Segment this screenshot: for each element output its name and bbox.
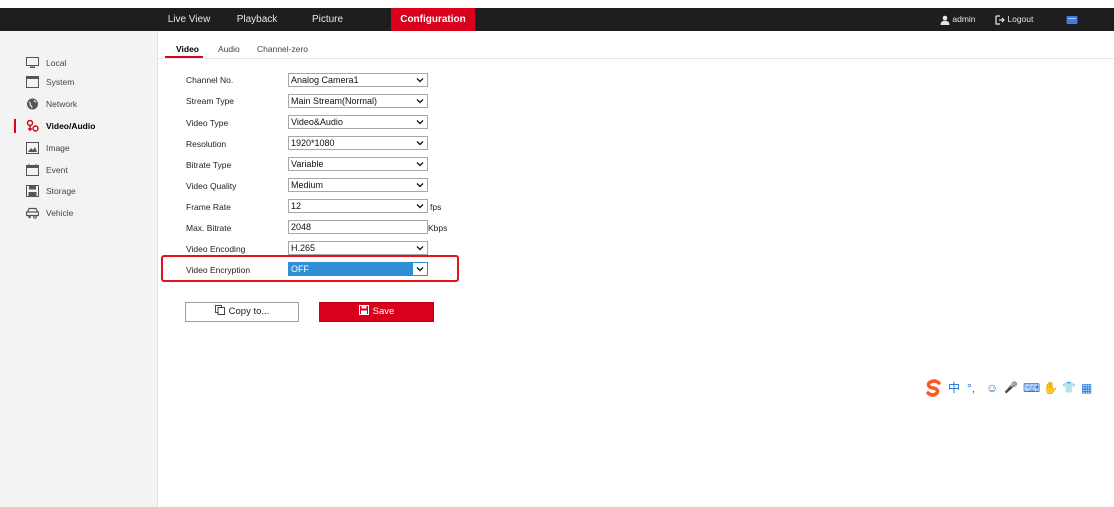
sidebar-item-label: Local	[46, 58, 67, 68]
logout-button[interactable]: Logout	[995, 8, 1033, 31]
nav-configuration[interactable]: Configuration	[391, 8, 475, 31]
resolution-select[interactable]: 1920*1080	[288, 136, 428, 150]
help-icon	[1066, 15, 1078, 24]
floppy-icon	[358, 305, 369, 316]
nav-picture[interactable]: Picture	[305, 8, 350, 31]
username: admin	[952, 14, 976, 24]
tab-channel-zero[interactable]: Channel-zero	[257, 44, 308, 54]
tab-video[interactable]: Video	[176, 44, 199, 54]
frame-rate-value: 12	[291, 201, 302, 211]
video-quality-value: Medium	[291, 180, 324, 190]
window-icon	[26, 76, 39, 88]
channel-no-value: Analog Camera1	[291, 75, 359, 85]
copy-to-button[interactable]: Copy to...	[185, 302, 299, 322]
sidebar-item-label: Vehicle	[46, 208, 74, 218]
floppy-icon	[26, 185, 39, 197]
logout-label: Logout	[1007, 14, 1034, 24]
sidebar: Local System Network Video/Audio Image E…	[0, 31, 158, 507]
calendar-icon	[26, 164, 39, 176]
skin-icon[interactable]: 👕	[1062, 380, 1076, 396]
sidebar-item-label: Network	[46, 99, 78, 109]
sidebar-item-label: Event	[46, 165, 68, 175]
emoji-icon[interactable]: ☺	[986, 380, 998, 396]
sidebar-item-vehicle[interactable]: Vehicle	[0, 203, 157, 223]
frame-rate-unit: fps	[430, 202, 442, 212]
max-bitrate-input[interactable]: 2048	[288, 220, 428, 234]
keyboard-icon[interactable]: ⌨	[1023, 380, 1040, 396]
chevron-down-icon	[416, 120, 424, 125]
video-encoding-value: H.265	[291, 243, 316, 253]
video-encoding-select[interactable]: H.265	[288, 241, 428, 255]
top-strip	[0, 0, 1114, 8]
save-button[interactable]: Save	[319, 302, 434, 322]
stream-type-value: Main Stream(Normal)	[291, 96, 378, 106]
vehicle-icon	[26, 207, 39, 219]
user-menu[interactable]: admin	[940, 8, 976, 31]
label-stream-type: Stream Type	[186, 96, 235, 106]
chevron-down-icon	[416, 183, 424, 188]
sidebar-item-video-audio[interactable]: Video/Audio	[0, 116, 157, 136]
punctuation-icon[interactable]: °,	[967, 380, 975, 396]
nav-live-view[interactable]: Live View	[164, 8, 214, 31]
top-navigation-bar: Live View Playback Picture Configuration…	[0, 0, 1114, 31]
label-resolution: Resolution	[186, 139, 227, 149]
microphone-icon[interactable]: 🎤	[1004, 380, 1018, 396]
image-icon	[26, 142, 39, 154]
chevron-down-icon	[416, 141, 424, 146]
globe-icon	[27, 98, 38, 110]
resolution-value: 1920*1080	[291, 138, 335, 148]
label-video-quality: Video Quality	[186, 181, 237, 191]
chinese-mode-icon[interactable]: 中	[948, 380, 960, 396]
bitrate-type-select[interactable]: Variable	[288, 157, 428, 171]
sidebar-item-system[interactable]: System	[0, 72, 157, 92]
channel-no-select[interactable]: Analog Camera1	[288, 73, 428, 87]
sogou-logo-icon	[926, 379, 941, 397]
sidebar-item-image[interactable]: Image	[0, 138, 157, 158]
stream-type-select[interactable]: Main Stream(Normal)	[288, 94, 428, 108]
help-button[interactable]	[1066, 8, 1078, 31]
label-video-encoding: Video Encoding	[186, 244, 246, 254]
label-channel-no: Channel No.	[186, 75, 234, 85]
sidebar-item-network[interactable]: Network	[0, 94, 157, 114]
chevron-down-icon	[416, 78, 424, 83]
bitrate-type-value: Variable	[291, 159, 324, 169]
sidebar-item-label: Video/Audio	[46, 121, 96, 131]
user-icon	[940, 15, 950, 25]
sidebar-item-label: Image	[46, 143, 70, 153]
chevron-down-icon	[416, 246, 424, 251]
video-quality-select[interactable]: Medium	[288, 178, 428, 192]
label-frame-rate: Frame Rate	[186, 202, 231, 212]
tab-divider	[157, 58, 1114, 59]
logout-icon	[995, 15, 1005, 25]
copy-icon	[214, 305, 225, 316]
chevron-down-icon	[416, 204, 424, 209]
max-bitrate-value: 2048	[291, 222, 312, 232]
highlight-box	[161, 255, 459, 282]
sidebar-item-event[interactable]: Event	[0, 160, 157, 180]
label-video-type: Video Type	[186, 118, 229, 128]
label-max-bitrate: Max. Bitrate	[186, 223, 232, 233]
tab-audio[interactable]: Audio	[218, 44, 240, 54]
monitor-icon	[26, 57, 39, 68]
video-type-value: Video&Audio	[291, 117, 343, 127]
save-label: Save	[372, 306, 395, 317]
sidebar-item-local[interactable]: Local	[0, 53, 157, 73]
frame-rate-select[interactable]: 12	[288, 199, 428, 213]
label-bitrate-type: Bitrate Type	[186, 160, 232, 170]
toolbox-icon[interactable]: ▦	[1081, 380, 1092, 396]
copy-to-label: Copy to...	[228, 306, 270, 317]
chevron-down-icon	[416, 99, 424, 104]
sidebar-item-storage[interactable]: Storage	[0, 181, 157, 201]
sidebar-item-label: Storage	[46, 186, 76, 196]
hand-icon[interactable]: ✋	[1043, 380, 1058, 396]
nav-playback[interactable]: Playback	[232, 8, 282, 31]
video-audio-icon	[26, 120, 39, 132]
max-bitrate-unit: Kbps	[428, 223, 448, 233]
sidebar-item-label: System	[46, 77, 75, 87]
video-type-select[interactable]: Video&Audio	[288, 115, 428, 129]
chevron-down-icon	[416, 162, 424, 167]
